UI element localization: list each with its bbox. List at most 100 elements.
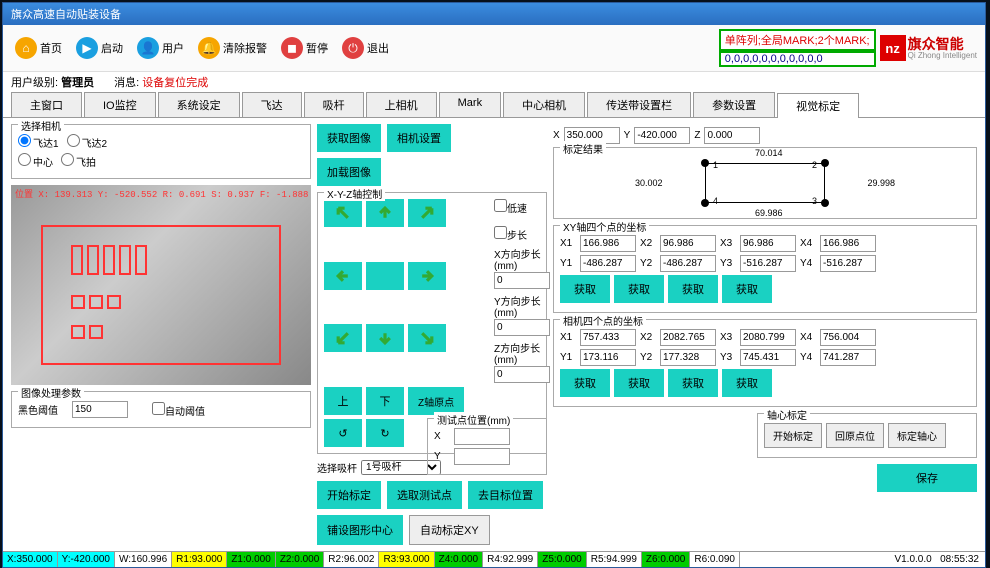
tb-user[interactable]: 👤用户 [133,35,188,61]
cam-get4[interactable]: 获取 [722,369,772,397]
tb-start[interactable]: ▶启动 [72,35,127,61]
arrow-sw[interactable] [324,324,362,352]
cam-x4[interactable] [820,329,876,346]
cam-x1[interactable] [580,329,636,346]
xy-get1[interactable]: 获取 [560,275,610,303]
tab-belt[interactable]: 传送带设置栏 [587,92,691,117]
calib-diagram: 70.014 30.002 29.998 69.986 1 2 3 4 [665,158,865,208]
tab-param[interactable]: 参数设置 [693,92,775,117]
calib-result-group: 标定结果 70.014 30.002 29.998 69.986 1 2 3 4 [553,147,977,219]
cam-get3[interactable]: 获取 [668,369,718,397]
xy-get4[interactable]: 获取 [722,275,772,303]
testpt-y[interactable] [454,448,510,465]
tab-nozzle[interactable]: 吸杆 [304,92,364,117]
cam-get1[interactable]: 获取 [560,369,610,397]
xy-x3[interactable] [740,235,796,252]
cam-y1[interactable] [580,349,636,366]
arrow-e[interactable] [408,262,446,290]
arrow-c[interactable] [366,262,404,290]
sb-version: V1.0.0.0 [894,554,931,565]
sb-r2: R2:96.002 [324,552,379,567]
btn-z-up[interactable]: 上 [324,387,362,415]
chk-step[interactable]: 步长 [494,231,527,242]
tab-topcam[interactable]: 上相机 [366,92,437,117]
arrow-ne[interactable] [408,199,446,227]
arrow-w[interactable] [324,262,362,290]
user-icon: 👤 [137,37,159,59]
arrow-s[interactable] [366,324,404,352]
btn-rot-cw[interactable]: ↻ [366,419,404,447]
test-point-group: 测试点位置(mm) X Y [427,418,547,475]
cam-y4[interactable] [820,349,876,366]
xy-y3[interactable] [740,255,796,272]
btn-getimg[interactable]: 获取图像 [317,124,381,152]
tab-feeder[interactable]: 飞达 [242,92,302,117]
cam-y3[interactable] [740,349,796,366]
xy-y1[interactable] [580,255,636,272]
btn-z-down[interactable]: 下 [366,387,404,415]
tab-io[interactable]: IO监控 [84,92,156,117]
coord-z[interactable] [704,127,760,144]
tb-pause[interactable]: ◼暂停 [277,35,332,61]
thresh-label: 黑色阈值 [18,402,58,417]
tab-mark[interactable]: Mark [439,92,501,117]
cam-x3[interactable] [740,329,796,346]
radio-center[interactable]: 中心 [18,153,53,169]
xy-get2[interactable]: 获取 [614,275,664,303]
btn-z-origin[interactable]: Z轴原点 [408,387,464,415]
btn-rot-ccw[interactable]: ↺ [324,419,362,447]
arrow-nw[interactable] [324,199,362,227]
radio-feeder1[interactable]: 飞达1 [18,134,59,150]
xy-get3[interactable]: 获取 [668,275,718,303]
camera-info: 位置 X: 139.313 Y: -520.552 R: 0.691 S: 0.… [15,187,308,200]
camera-select-group: 选择相机 飞达1 飞达2 中心 飞拍 [11,124,311,179]
ystep-input[interactable] [494,319,550,336]
cam-y2[interactable] [660,349,716,366]
sb-y: Y:-420.000 [58,552,115,567]
xstep-input[interactable] [494,272,550,289]
cam-get2[interactable]: 获取 [614,369,664,397]
tab-sys[interactable]: 系统设定 [158,92,240,117]
chk-lowspeed[interactable]: 低速 [494,204,527,215]
banner-mark: 单阵列;全局MARK;2个MARK; [719,29,876,51]
xy-x4[interactable] [820,235,876,252]
btn-camset[interactable]: 相机设置 [387,124,451,152]
arrow-n[interactable] [366,199,404,227]
tb-alarm[interactable]: 🔔清除报警 [194,35,271,61]
tab-vision[interactable]: 视觉标定 [777,93,859,118]
coord-y[interactable] [634,127,690,144]
btn-autocalib[interactable]: 自动标定XY [409,515,490,545]
tb-exit[interactable]: ⏻退出 [338,35,393,61]
titlebar: 旗众高速自动贴装设备 [3,3,985,25]
tb-home[interactable]: ⌂首页 [11,35,66,61]
xy-y4[interactable] [820,255,876,272]
radio-fly[interactable]: 飞拍 [61,153,96,169]
logo: nz 旗众智能Qi Zhong Intelligent [880,35,977,61]
testpt-x[interactable] [454,428,510,445]
xy-x2[interactable] [660,235,716,252]
btn-cc-origin[interactable]: 回原点位 [826,423,884,448]
home-icon: ⌂ [15,37,37,59]
btn-gotarget[interactable]: 去目标位置 [468,481,543,509]
arrow-se[interactable] [408,324,446,352]
btn-setcenter[interactable]: 铺设图形中心 [317,515,403,545]
power-icon: ⏻ [342,37,364,59]
cam-x2[interactable] [660,329,716,346]
tab-main[interactable]: 主窗口 [11,92,82,117]
btn-save[interactable]: 保存 [877,464,977,492]
sb-w: W:160.996 [115,552,172,567]
thresh-input[interactable] [72,401,128,418]
xy-x1[interactable] [580,235,636,252]
btn-loadimg[interactable]: 加载图像 [317,158,381,186]
radio-feeder2[interactable]: 飞达2 [67,134,108,150]
zstep-input[interactable] [494,366,550,383]
auto-thresh-check[interactable]: 自动阈值 [152,402,205,418]
xy-y2[interactable] [660,255,716,272]
status-bar: X:350.000 Y:-420.000 W:160.996 R1:93.000… [3,551,985,567]
btn-cc-start[interactable]: 开始标定 [764,423,822,448]
btn-startcalib[interactable]: 开始标定 [317,481,381,509]
tab-centercam[interactable]: 中心相机 [503,92,585,117]
btn-picktest[interactable]: 选取测试点 [387,481,462,509]
sb-z4: Z4:0.000 [435,552,483,567]
btn-cc-calib[interactable]: 标定轴心 [888,423,946,448]
